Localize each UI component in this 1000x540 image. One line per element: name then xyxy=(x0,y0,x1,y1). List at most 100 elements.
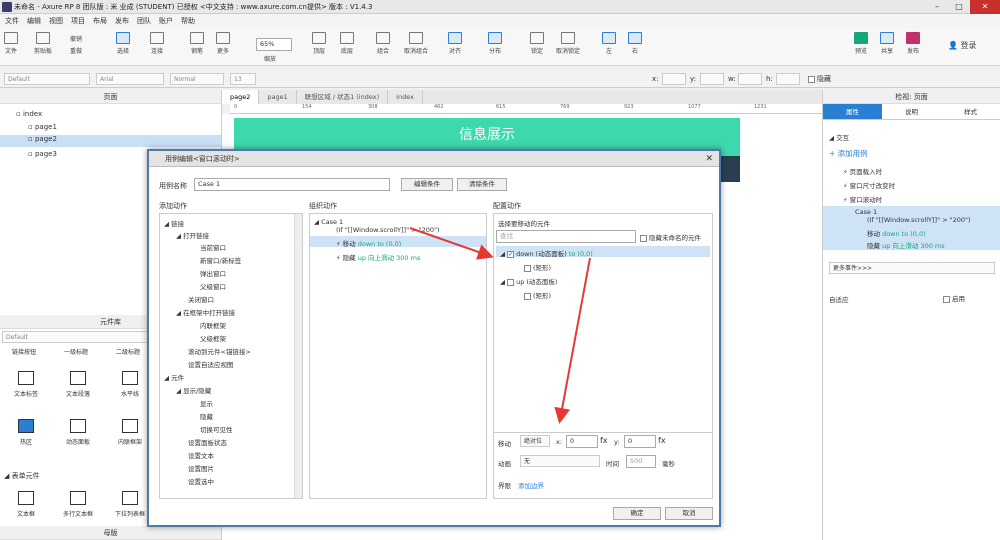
tab-page2[interactable]: page2 xyxy=(222,90,260,104)
widget-dropdown[interactable]: 下拉列表框 xyxy=(110,491,150,518)
widget-h1[interactable]: 一级标题 xyxy=(56,347,96,356)
action-open-in-frame[interactable]: ◢ 在框架中打开链接 xyxy=(176,307,235,317)
menu-team[interactable]: 团队 xyxy=(137,16,151,26)
select-button[interactable]: 选择 xyxy=(116,32,130,55)
widget-textarea[interactable]: 多行文本框 xyxy=(58,491,98,518)
page-page2[interactable]: ▫ page2 xyxy=(0,135,221,147)
lock-button[interactable]: 锁定 xyxy=(530,32,544,55)
tab-page1[interactable]: page1 xyxy=(259,90,297,104)
close-button[interactable]: ✕ xyxy=(970,0,1000,14)
distribute-button[interactable]: 分布 xyxy=(488,32,502,55)
y-fx-button[interactable]: fx xyxy=(658,436,666,445)
action-set-selected[interactable]: 设置选中 xyxy=(188,476,214,486)
action-set-image[interactable]: 设置图片 xyxy=(188,463,214,473)
action-new-window[interactable]: 新窗口/新标签 xyxy=(200,255,241,265)
h-input[interactable] xyxy=(776,73,800,85)
weight-select[interactable]: Normal xyxy=(170,73,224,85)
login-button[interactable]: 👤 登录 xyxy=(948,40,977,51)
w-input[interactable] xyxy=(738,73,762,85)
share-button[interactable]: 共享 xyxy=(880,32,894,55)
minimize-button[interactable]: – xyxy=(926,0,948,14)
widget-label[interactable]: 文本标签 xyxy=(6,371,46,398)
x-fx-button[interactable]: fx xyxy=(600,436,608,445)
action-open-link[interactable]: ◢ 打开链接 xyxy=(176,230,209,240)
org-case[interactable]: ◢ Case 1 xyxy=(314,218,343,226)
action-toggle[interactable]: 切换可见性 xyxy=(200,424,233,434)
tab-style[interactable]: 样式 xyxy=(941,104,1000,119)
menu-view[interactable]: 视图 xyxy=(49,16,63,26)
widget-paragraph[interactable]: 文本段落 xyxy=(58,371,98,398)
menu-layout[interactable]: 布局 xyxy=(93,16,107,26)
time-input[interactable]: 500 xyxy=(626,455,656,468)
action-parent-window[interactable]: 父级窗口 xyxy=(200,281,226,291)
menu-project[interactable]: 项目 xyxy=(71,16,85,26)
zoom-select[interactable]: 65% xyxy=(256,38,292,51)
case-name-input[interactable]: Case 1 xyxy=(194,178,390,191)
publish-button[interactable]: 发布 xyxy=(906,32,920,55)
widget-textbox[interactable]: 文本框 xyxy=(6,491,46,518)
redo-button[interactable]: 重做 xyxy=(70,46,82,55)
widget-hline[interactable]: 水平线 xyxy=(110,371,150,398)
ok-button[interactable]: 确定 xyxy=(613,507,661,520)
bottom-button[interactable]: 底层 xyxy=(340,32,354,55)
right-button[interactable]: 右 xyxy=(628,32,642,55)
more-button[interactable]: 更多 xyxy=(216,32,230,55)
inspector-case[interactable]: Case 1 xyxy=(855,208,877,216)
action-scroll-to[interactable]: 滚动到元件<锚链接> xyxy=(188,346,251,356)
widget-link-button[interactable]: 链接按钮 xyxy=(4,347,44,356)
widget-dynamic-panel[interactable]: 动态面板 xyxy=(58,419,98,446)
org-action-hide[interactable]: ⚡ 隐藏 up 向上滑动 300 ms xyxy=(336,252,420,262)
hide-unnamed-checkbox[interactable]: 隐藏未命名的元件 xyxy=(640,232,701,242)
inspector-action-hide[interactable]: 隐藏 up 向上滑动 300 ms xyxy=(867,240,945,250)
inspector-action-move[interactable]: 移动 down to (0,0) xyxy=(867,228,926,238)
widget-rect-2[interactable]: (矩形) xyxy=(524,290,551,300)
page-page1[interactable]: ▫ page1 xyxy=(28,123,57,131)
tab-notes[interactable]: 说明 xyxy=(882,104,941,119)
clear-condition-button[interactable]: 清除条件 xyxy=(457,178,507,191)
y-input[interactable] xyxy=(700,73,724,85)
action-iframe[interactable]: 内联框架 xyxy=(200,320,226,330)
file-button[interactable]: 文件 xyxy=(4,32,18,55)
dialog-close-icon[interactable]: ✕ xyxy=(705,151,713,167)
top-button[interactable]: 顶层 xyxy=(312,32,326,55)
style-select[interactable]: Default xyxy=(4,73,90,85)
left-button[interactable]: 左 xyxy=(602,32,616,55)
size-select[interactable]: 13 xyxy=(230,73,256,85)
widget-h2[interactable]: 二级标题 xyxy=(108,347,148,356)
pen-button[interactable]: 钢笔 xyxy=(190,32,204,55)
scrollbar[interactable] xyxy=(294,214,302,498)
widget-hotspot[interactable]: 热区 xyxy=(6,419,46,446)
widget-up-panel[interactable]: ◢ up (动态面板) xyxy=(500,276,557,286)
action-set-panel[interactable]: 设置面板状态 xyxy=(188,437,227,447)
maximize-button[interactable]: □ xyxy=(948,0,970,14)
hide-checkbox[interactable]: 隐藏 xyxy=(808,74,831,84)
connect-button[interactable]: 连接 xyxy=(150,32,164,55)
enable-checkbox[interactable]: 启用 xyxy=(943,293,965,303)
event-page-load[interactable]: ⚡ 页面载入时 xyxy=(843,166,882,176)
ungroup-button[interactable]: 取消组合 xyxy=(404,32,428,55)
add-case-link[interactable]: + 添加用例 xyxy=(829,148,868,159)
tab-index[interactable]: index xyxy=(388,90,423,104)
font-select[interactable]: Arial xyxy=(96,73,164,85)
action-link[interactable]: ◢ 链接 xyxy=(164,218,184,228)
form-section[interactable]: ◢ 表单元件 xyxy=(4,471,40,481)
menu-publish[interactable]: 发布 xyxy=(115,16,129,26)
action-show-hide[interactable]: ◢ 显示/隐藏 xyxy=(176,385,211,395)
page-index[interactable]: ▫ index xyxy=(16,110,42,118)
animation-select[interactable]: 无 xyxy=(520,455,600,467)
page-page3[interactable]: ▫ page3 xyxy=(28,150,57,158)
x-input[interactable] xyxy=(662,73,686,85)
move-x-input[interactable]: 0 xyxy=(566,435,598,448)
widget-rect-1[interactable]: (矩形) xyxy=(524,262,551,272)
menu-help[interactable]: 帮助 xyxy=(181,16,195,26)
widget-iframe[interactable]: 内联框架 xyxy=(110,419,150,446)
group-button[interactable]: 组合 xyxy=(376,32,390,55)
widget-search-input[interactable]: 查找 xyxy=(496,230,636,243)
preview-button[interactable]: 预览 xyxy=(854,32,868,55)
action-adaptive-view[interactable]: 设置自适应视图 xyxy=(188,359,234,369)
action-widgets[interactable]: ◢ 元件 xyxy=(164,372,184,382)
move-mode-select[interactable]: 绝对位 xyxy=(520,435,550,447)
action-popup[interactable]: 弹出窗口 xyxy=(200,268,226,278)
tab-properties[interactable]: 属性 xyxy=(823,104,882,119)
menu-file[interactable]: 文件 xyxy=(5,16,19,26)
